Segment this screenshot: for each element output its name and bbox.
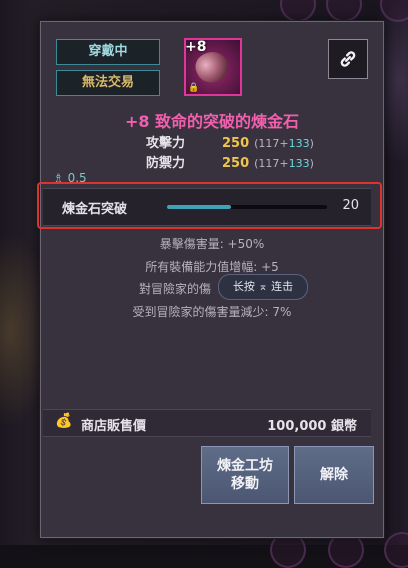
enhance-level: +8: [185, 39, 207, 55]
item-detail-panel: 穿戴中 無法交易 +8 🔒 +8 致命的突破的煉金石 攻擊力 250 (117+13…: [37, 21, 384, 538]
effect-line: 所有裝備能力值增幅: +5: [145, 260, 279, 274]
no-trade-badge: 無法交易: [56, 70, 160, 96]
dismantle-button[interactable]: 解除: [294, 446, 374, 504]
stat-label: 防禦力: [146, 156, 186, 171]
stat-breakdown: (117+133): [254, 137, 314, 150]
item-name: +8 致命的突破的煉金石: [124, 112, 300, 131]
combo-hint-tooltip[interactable]: 长按 ⌅ 连击: [218, 274, 308, 300]
background-slot: [326, 0, 362, 22]
effect-line: 受到冒險家的傷害量減少: 7%: [132, 305, 292, 319]
button-label: 煉金工坊 移動: [217, 458, 273, 492]
sell-price-row: 💰 商店販售價 100,000 銀幣: [43, 409, 371, 437]
highlight-frame: [37, 182, 382, 229]
effect-line: 暴擊傷害量: +50%: [159, 237, 265, 251]
stat-breakdown: (117+133): [254, 157, 314, 170]
equipped-badge: 穿戴中: [56, 39, 160, 65]
stat-attack: 攻擊力 250 (117+133): [146, 132, 314, 151]
background-slot: [280, 0, 316, 22]
sell-price-value: 100,000 銀幣: [267, 419, 357, 434]
background-slot: [384, 532, 408, 568]
lock-icon: 🔒: [188, 83, 200, 93]
stat-defense: 防禦力 250 (117+133): [146, 152, 314, 171]
item-icon[interactable]: +8 🔒: [184, 38, 242, 96]
stat-value: 250: [222, 156, 250, 171]
link-icon: [340, 51, 356, 67]
alchemy-workshop-button[interactable]: 煉金工坊 移動: [201, 446, 289, 504]
stat-label: 攻擊力: [146, 136, 186, 151]
sell-price-label: 商店販售價: [81, 419, 147, 434]
stat-value: 250: [222, 136, 250, 151]
link-button[interactable]: [328, 39, 368, 79]
money-bag-icon: 💰: [55, 413, 73, 429]
background-slot: [380, 0, 408, 22]
